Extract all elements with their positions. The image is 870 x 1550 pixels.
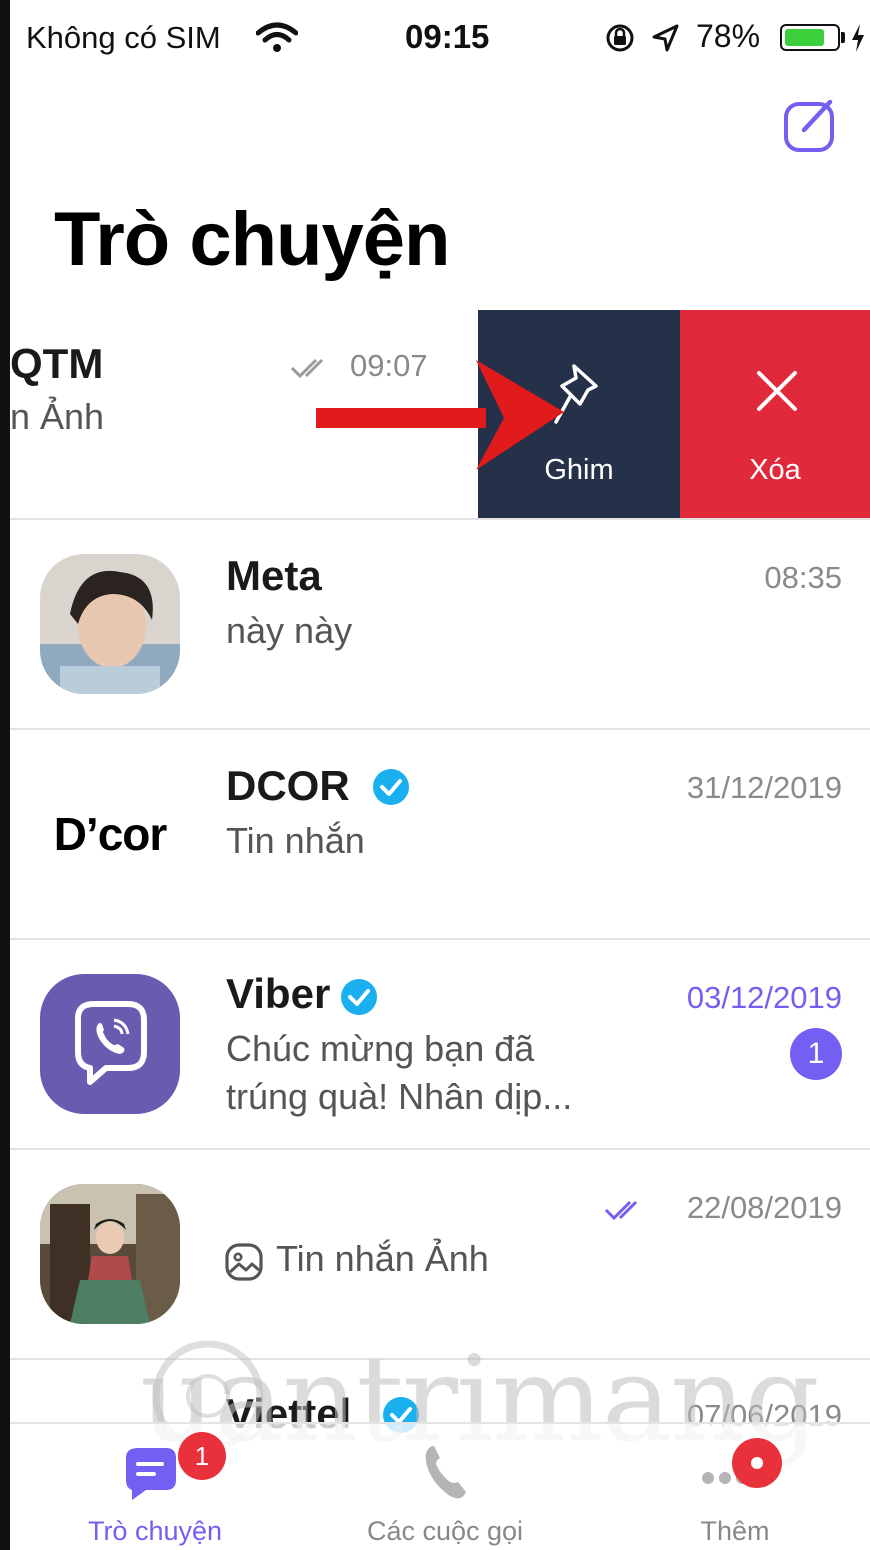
battery-icon	[780, 24, 840, 51]
chat-preview: n Ảnh	[10, 396, 105, 437]
verified-icon	[373, 769, 409, 805]
tab-label: Các cuộc gọi	[366, 1516, 524, 1546]
tab-label: Trò chuyện	[87, 1516, 223, 1546]
chat-row[interactable]: Meta này này 08:35	[10, 520, 870, 728]
phone-icon	[425, 1446, 466, 1499]
avatar	[40, 554, 180, 694]
status-bar: Không có SIM 09:15 78%	[10, 0, 870, 76]
tab-bar: 1 Trò chuyện Các cuộc gọi Thêm	[10, 1422, 870, 1550]
chat-time: 22/08/2019	[686, 1190, 842, 1225]
red-arrow-annotation	[316, 360, 564, 470]
chat-name: QTM	[10, 340, 104, 387]
dcor-logo: D’cor	[53, 808, 168, 860]
chat-time: 08:35	[764, 560, 842, 595]
chat-row[interactable]: Viber Chúc mừng bạn đã trúng quà! Nhân d…	[10, 940, 870, 1148]
battery-percent: 78%	[696, 18, 761, 54]
screen: Không có SIM 09:15 78% Trò chuyện QTM n …	[10, 0, 870, 1550]
chat-name: DCOR	[226, 762, 350, 809]
chat-row[interactable]: D’cor DCOR Tin nhắn 31/12/2019	[10, 730, 870, 938]
charging-bolt-icon	[852, 24, 864, 52]
tab-badge: 1	[178, 1432, 226, 1480]
chat-row[interactable]: 22/08/2019 Tin nhắn Ảnh	[10, 1150, 870, 1358]
chat-preview: Tin nhắn Ảnh	[276, 1238, 489, 1279]
chat-preview: này này	[226, 610, 353, 651]
chat-name: Meta	[226, 552, 322, 599]
chat-time: 03/12/2019	[686, 980, 842, 1015]
device-frame-edge	[0, 0, 10, 1550]
avatar	[40, 974, 180, 1114]
chat-name: Viber	[226, 970, 331, 1017]
tab-label: Thêm	[700, 1516, 770, 1546]
tab-calls[interactable]: Các cuộc gọi	[340, 1424, 550, 1550]
delete-label: Xóa	[749, 454, 801, 486]
unread-badge: 1	[790, 1028, 842, 1080]
chat-preview-line2: trúng quà! Nhân dịp...	[226, 1076, 573, 1117]
wifi-icon	[256, 22, 298, 52]
location-icon	[652, 24, 679, 52]
double-check-icon	[604, 1200, 638, 1221]
photo-icon	[225, 1243, 263, 1281]
delete-button[interactable]: Xóa	[680, 310, 870, 518]
clock: 09:15	[405, 18, 490, 55]
battery-fill	[785, 29, 824, 46]
chat-preview: Tin nhắn	[226, 820, 365, 861]
chat-preview-line1: Chúc mừng bạn đã	[226, 1028, 535, 1069]
verified-icon	[341, 979, 377, 1015]
page-title: Trò chuyện	[54, 197, 450, 282]
viber-logo-icon	[75, 1001, 147, 1085]
tab-chats[interactable]: 1 Trò chuyện	[50, 1424, 260, 1550]
notification-dot	[732, 1438, 782, 1488]
chat-bubble-icon	[126, 1448, 176, 1500]
battery-tip	[841, 32, 845, 43]
avatar: D’cor	[40, 764, 180, 904]
rotation-lock-icon	[606, 24, 634, 52]
close-icon	[757, 371, 797, 411]
compose-icon[interactable]	[780, 94, 842, 156]
chat-time: 31/12/2019	[686, 770, 842, 805]
carrier-label: Không có SIM	[26, 20, 221, 55]
avatar	[40, 1184, 180, 1324]
tab-more[interactable]: Thêm	[630, 1424, 840, 1550]
